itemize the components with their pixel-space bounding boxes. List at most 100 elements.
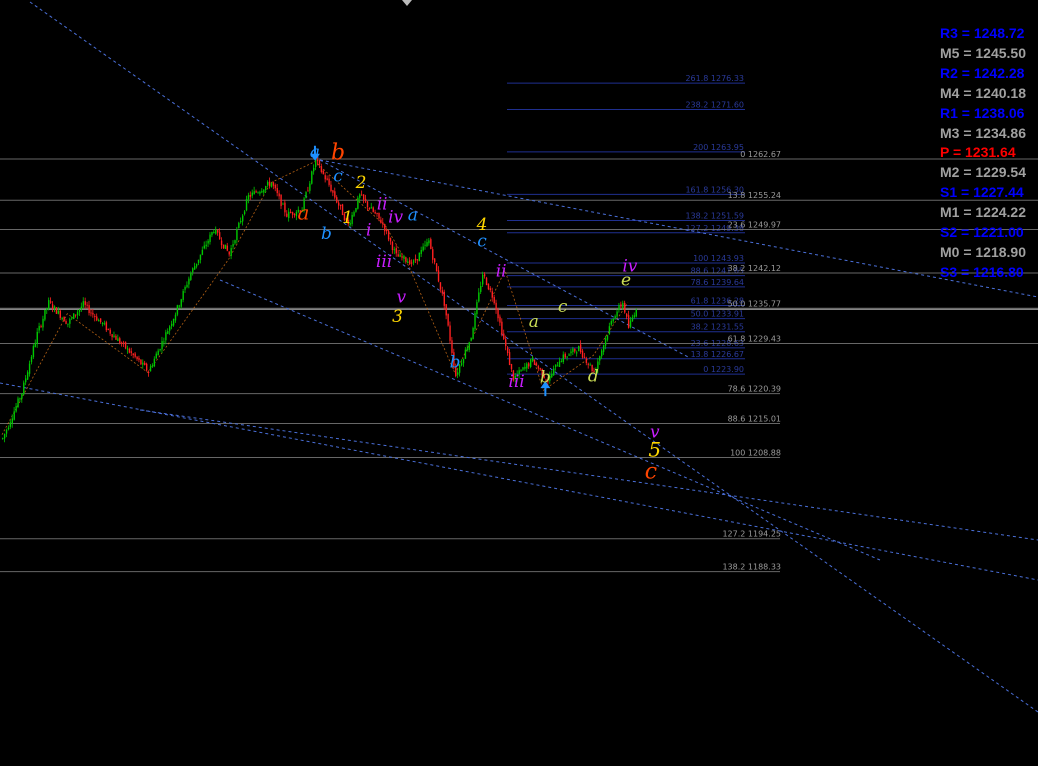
candle-body — [190, 273, 192, 280]
pivot-level: S3 = 1216.80 — [939, 263, 1024, 280]
candle-body — [430, 239, 432, 249]
candle-body — [487, 283, 490, 290]
candle-body — [409, 260, 411, 265]
candle-body — [276, 188, 278, 194]
candle-body — [631, 317, 634, 322]
candle-body — [42, 318, 44, 328]
wave-label: d — [588, 366, 599, 386]
candle-body — [362, 194, 365, 200]
candle-body — [26, 372, 29, 380]
candle-body — [146, 363, 148, 371]
pivot-level: M2 = 1229.54 — [939, 164, 1026, 181]
candle-body — [205, 244, 207, 247]
candle-body — [99, 318, 102, 322]
candle-body — [147, 371, 150, 373]
candle-body — [67, 323, 69, 325]
candle-body — [568, 354, 570, 356]
pivot-level: S2 = 1221.00 — [939, 224, 1024, 241]
candle-body — [234, 240, 236, 244]
candle-body — [395, 248, 397, 254]
wave-label: ii — [496, 261, 507, 281]
fib-upper-label: 200 1263.95 — [693, 143, 744, 152]
candle-body — [578, 346, 580, 352]
candle-body — [265, 186, 267, 191]
candle-body — [157, 350, 159, 356]
fib-upper-label: 78.6 1239.64 — [691, 278, 744, 287]
candle-body — [508, 352, 511, 366]
candle-body — [151, 365, 154, 367]
candle-body — [113, 335, 115, 338]
candle-body — [489, 288, 492, 291]
candle-body — [73, 313, 75, 319]
candle-body — [451, 340, 453, 353]
candle-body — [5, 429, 8, 434]
candle-body — [128, 348, 131, 353]
candle-body — [420, 249, 422, 254]
candle-body — [46, 308, 48, 310]
candle-body — [40, 325, 42, 327]
wave-label: 1 — [342, 208, 353, 228]
candle-body — [255, 191, 257, 193]
candle-body — [149, 366, 152, 372]
candle-body — [232, 244, 234, 247]
candle-body — [624, 302, 626, 313]
candle-body — [435, 263, 438, 272]
scroll-marker-icon[interactable] — [402, 0, 412, 6]
fib-lower-label: 13.8 1255.24 — [728, 191, 781, 200]
candle-body — [470, 337, 472, 341]
candle-body — [161, 341, 163, 350]
pivot-level: M0 = 1218.90 — [939, 243, 1026, 260]
candle-body — [305, 192, 307, 198]
candle-body — [293, 214, 296, 216]
candle-body — [78, 309, 81, 313]
candle-body — [616, 311, 618, 317]
fib-lower-label: 38.2 1242.12 — [728, 264, 781, 273]
candle-body — [199, 254, 202, 260]
candle-body — [90, 312, 92, 314]
candle-body — [163, 341, 165, 343]
wave-label: b — [450, 353, 461, 373]
candle-body — [572, 348, 574, 352]
trendline — [29, 1, 1038, 713]
candle-body — [284, 202, 286, 213]
candle-body — [71, 317, 73, 319]
fib-lower-label: 78.6 1220.39 — [728, 385, 781, 394]
candle-body — [414, 258, 417, 261]
candle-body — [36, 331, 38, 344]
candle-body — [38, 326, 40, 331]
candle-body — [524, 366, 526, 369]
trendline — [0, 382, 1038, 581]
candle-body — [209, 234, 211, 242]
candle-body — [268, 181, 271, 187]
candle-body — [111, 334, 113, 338]
wave-label: a — [310, 143, 320, 163]
candle-body — [528, 363, 530, 367]
candle-body — [176, 305, 179, 315]
candle-body — [503, 333, 505, 339]
candle-body — [165, 332, 167, 341]
candle-body — [601, 350, 603, 357]
candle-body — [28, 363, 31, 374]
wave-label: c — [477, 232, 487, 252]
price-chart[interactable]: 261.8 1276.33 238.2 1271.60 200 1263.95 1 61… — [0, 0, 1038, 766]
candle-body — [374, 212, 376, 214]
wave-label: c — [333, 167, 343, 187]
trendline — [219, 279, 881, 561]
candle-body — [372, 207, 374, 212]
candle-body — [336, 197, 338, 203]
candle-body — [635, 309, 637, 317]
wave-label: a — [297, 200, 309, 224]
candle-body — [238, 222, 240, 228]
candle-body — [460, 363, 463, 366]
candle-body — [626, 313, 628, 317]
candle-body — [230, 248, 232, 257]
candle-body — [21, 393, 23, 399]
candle-body — [485, 277, 488, 286]
candle-body — [472, 328, 474, 340]
candle-body — [339, 204, 342, 207]
candle-body — [599, 356, 601, 361]
wave-label: c — [558, 297, 568, 317]
candle-body — [203, 245, 205, 249]
candle-body — [387, 230, 390, 240]
candle-body — [412, 260, 415, 263]
